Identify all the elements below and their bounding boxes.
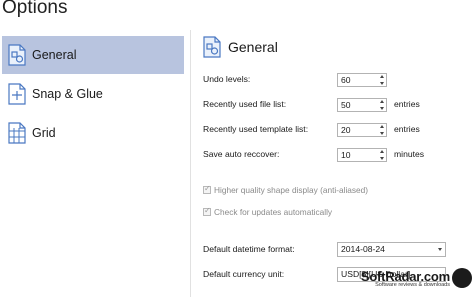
undo-levels-stepper[interactable]: 60	[337, 73, 387, 87]
undo-levels-label: Undo levels:	[203, 74, 251, 84]
stepper-value: 60	[341, 75, 351, 85]
recent-templates-label: Recently used template list:	[203, 124, 309, 134]
sidebar-item-grid[interactable]: Grid	[2, 114, 184, 152]
sidebar: General Snap & Glue Grid	[0, 30, 191, 297]
decrement-arrow-icon[interactable]	[379, 157, 384, 160]
recent-templates-stepper[interactable]: 20	[337, 123, 387, 137]
watermark-sub: Software reviews & downloads	[375, 282, 450, 288]
stepper-value: 50	[341, 100, 351, 110]
recent-files-stepper[interactable]: 50	[337, 98, 387, 112]
datetime-select[interactable]: 2014-08-24	[337, 242, 446, 257]
increment-arrow-icon[interactable]	[379, 125, 384, 128]
stepper-value: 10	[341, 150, 351, 160]
updates-checkbox[interactable]: ✓	[203, 206, 211, 216]
datetime-label: Default datetime format:	[203, 244, 295, 254]
chevron-down-icon	[438, 248, 442, 251]
autosave-label: Save auto reccover:	[203, 149, 280, 159]
hq-shape-checkbox-row[interactable]: ✓ Higher quality shape display (anti-ali…	[203, 184, 369, 195]
sidebar-item-label: General	[32, 48, 77, 62]
general-icon	[6, 42, 28, 68]
increment-arrow-icon[interactable]	[379, 150, 384, 153]
softradar-logo-icon	[452, 268, 472, 288]
sidebar-item-label: Grid	[32, 126, 56, 140]
increment-arrow-icon[interactable]	[379, 100, 384, 103]
recent-files-unit: entries	[394, 99, 420, 109]
sidebar-item-general[interactable]: General	[2, 36, 184, 74]
snap-glue-icon	[6, 81, 28, 107]
autosave-unit: minutes	[394, 149, 425, 159]
updates-checkbox-row[interactable]: ✓ Check for updates automatically	[203, 206, 333, 217]
hq-shape-label: Higher quality shape display (anti-alias…	[214, 185, 369, 195]
autosave-stepper[interactable]: 10	[337, 148, 387, 162]
decrement-arrow-icon[interactable]	[379, 132, 384, 135]
select-value: 2014-08-24	[341, 244, 385, 254]
stepper-value: 20	[341, 125, 351, 135]
sidebar-item-label: Snap & Glue	[32, 87, 103, 101]
window-title: Options	[2, 0, 68, 18]
checkmark-icon: ✓	[204, 206, 211, 215]
recent-templates-unit: entries	[394, 124, 420, 134]
increment-arrow-icon[interactable]	[379, 75, 384, 78]
watermark: SoftRadar.com Software reviews & downloa…	[361, 270, 450, 289]
panel-title: General	[228, 39, 278, 55]
hq-shape-checkbox[interactable]: ✓	[203, 184, 211, 194]
decrement-arrow-icon[interactable]	[379, 82, 384, 85]
panel-header: General	[202, 36, 278, 58]
decrement-arrow-icon[interactable]	[379, 107, 384, 110]
updates-label: Check for updates automatically	[214, 207, 333, 217]
grid-icon	[6, 120, 28, 146]
general-icon	[202, 36, 222, 58]
recent-files-label: Recently used file list:	[203, 99, 287, 109]
checkmark-icon: ✓	[204, 184, 211, 193]
currency-label: Default currency unit:	[203, 269, 285, 279]
sidebar-item-snap-glue[interactable]: Snap & Glue	[2, 75, 184, 113]
